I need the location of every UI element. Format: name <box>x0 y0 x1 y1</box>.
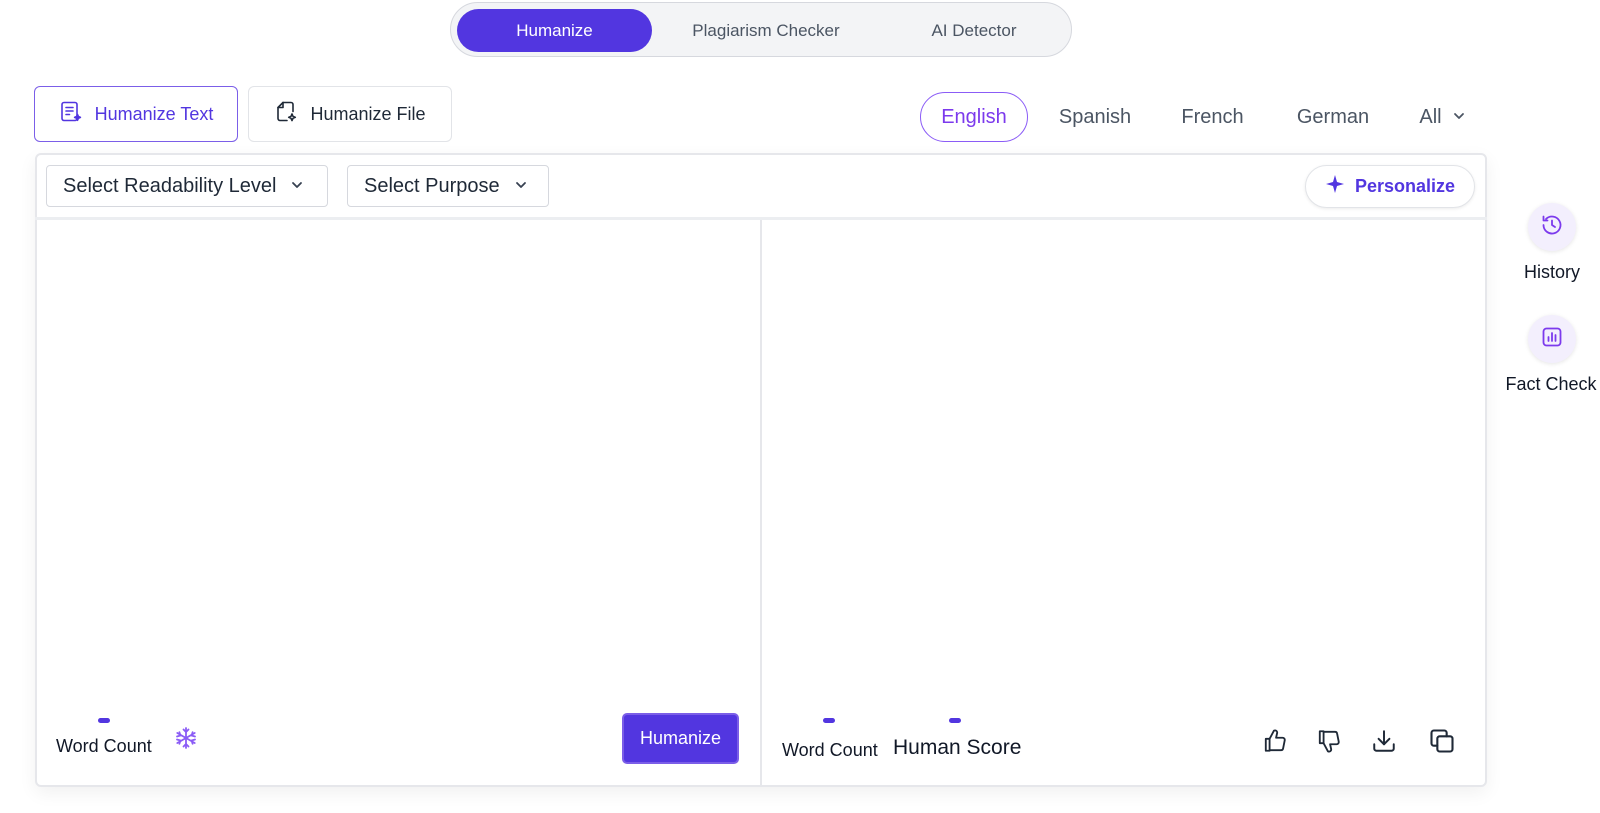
readability-level-select[interactable]: Select Readability Level <box>46 165 328 207</box>
input-text-area[interactable] <box>40 222 755 692</box>
output-word-count-label: Word Count <box>782 740 878 760</box>
humanize-file-label: Humanize File <box>310 103 426 124</box>
fact-check-button[interactable] <box>1528 315 1576 363</box>
personalize-label: Personalize <box>1354 176 1456 196</box>
word-count-indicator <box>98 718 110 723</box>
fact-check-label: Fact Check <box>1505 374 1597 394</box>
document-sparkle-icon <box>59 100 83 129</box>
history-label: History <box>1523 262 1580 282</box>
language-all-dropdown[interactable]: All <box>1405 92 1480 142</box>
tab-ai-detector[interactable]: AI Detector <box>879 9 1069 52</box>
humanize-text-tab[interactable]: Humanize Text <box>34 86 238 142</box>
editor-split-divider <box>760 220 762 785</box>
history-icon <box>1540 213 1564 242</box>
language-all-label: All <box>1419 105 1442 128</box>
bar-chart-icon <box>1540 325 1564 354</box>
purpose-select[interactable]: Select Purpose <box>347 165 549 207</box>
personalize-button[interactable]: Personalize <box>1305 165 1475 208</box>
copy-icon[interactable] <box>1426 725 1458 757</box>
readability-level-label: Select Readability Level <box>63 174 277 197</box>
humanize-button[interactable]: Humanize <box>622 713 739 764</box>
input-word-count-label: Word Count <box>56 736 152 756</box>
file-sparkle-icon <box>274 100 298 129</box>
language-spanish[interactable]: Spanish <box>1045 92 1145 142</box>
tab-humanize[interactable]: Humanize <box>457 9 652 52</box>
freeze-snowflake-icon[interactable] <box>174 726 198 750</box>
thumbs-down-icon[interactable] <box>1313 725 1345 757</box>
chevron-down-icon <box>1452 106 1466 129</box>
output-text-area <box>764 222 1484 692</box>
sparkle-icon <box>1325 174 1345 199</box>
download-icon[interactable] <box>1368 725 1400 757</box>
human-score-label: Human Score <box>893 736 1022 759</box>
humanize-file-tab[interactable]: Humanize File <box>248 86 452 142</box>
purpose-label: Select Purpose <box>364 174 500 197</box>
chevron-down-icon <box>514 175 528 198</box>
language-german[interactable]: German <box>1283 92 1383 142</box>
humanize-text-label: Humanize Text <box>94 103 214 124</box>
tab-plagiarism-checker[interactable]: Plagiarism Checker <box>656 9 876 52</box>
thumbs-up-icon[interactable] <box>1259 725 1291 757</box>
human-score-indicator <box>949 718 961 723</box>
language-english[interactable]: English <box>920 92 1028 142</box>
language-french[interactable]: French <box>1165 92 1260 142</box>
top-tab-group: Humanize Plagiarism Checker AI Detector <box>450 2 1072 57</box>
history-button[interactable] <box>1528 203 1576 251</box>
output-word-count-indicator <box>823 718 835 723</box>
chevron-down-icon <box>290 175 304 198</box>
